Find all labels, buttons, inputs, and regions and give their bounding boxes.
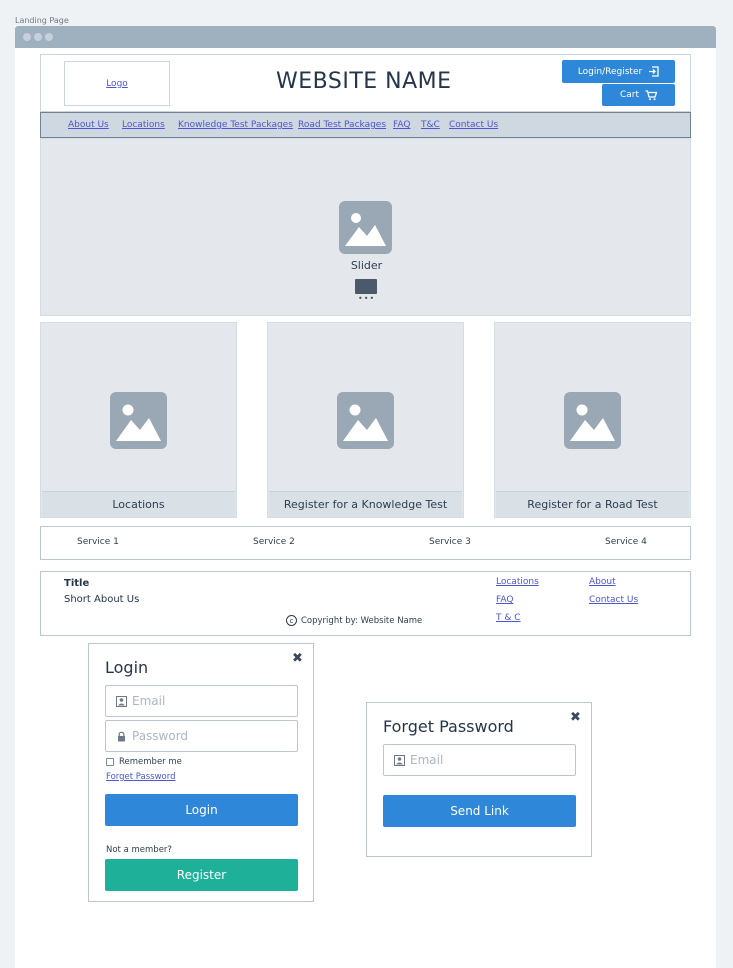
cart-label: Cart [619,90,640,100]
user-icon [116,696,127,707]
forget-password-link[interactable]: Forget Password [106,772,176,782]
window-titlebar [15,26,716,48]
logo-box[interactable]: Logo [64,61,170,106]
service-item[interactable]: Service 2 [253,537,295,547]
close-icon[interactable]: ✖ [570,710,581,725]
card-label: Register for a Knowledge Test [269,491,462,517]
image-placeholder-icon [337,392,394,449]
login-button[interactable]: Login [105,794,298,826]
footer-copyright: c Copyright by: Website Name [286,615,422,626]
password-input[interactable] [132,727,292,745]
remember-me-checkbox[interactable] [106,758,114,766]
card-label: Locations [42,491,235,517]
email-input[interactable] [132,692,292,710]
card-knowledge-test[interactable]: Register for a Knowledge Test [267,322,464,518]
image-placeholder-icon [564,392,621,449]
cart-button[interactable]: Cart [602,84,675,106]
login-modal: Login ✖ Remember me Forget Password Logi… [88,643,314,902]
logo-link[interactable]: Logo [106,79,128,89]
footer-link-about[interactable]: About [589,577,616,587]
send-link-button[interactable]: Send Link [383,795,576,827]
email-field[interactable] [105,685,298,717]
service-item[interactable]: Service 4 [605,537,647,547]
services-bar: Service 1 Service 2 Service 3 Service 4 [40,526,691,560]
site-footer: Title Short About Us Locations FAQ T & C… [40,571,691,636]
copyright-icon: c [286,615,297,626]
card-label: Register for a Road Test [496,491,689,517]
slider-label: Slider [350,259,383,272]
slider-dots[interactable]: ••• [358,295,375,303]
password-field[interactable] [105,720,298,752]
cart-icon [645,89,658,100]
footer-about: Short About Us [64,594,140,605]
not-member-text: Not a member? [106,845,172,855]
sign-in-icon [649,66,659,77]
user-icon [394,755,405,766]
remember-me-label: Remember me [119,757,182,767]
email-field[interactable] [383,744,576,776]
main-nav: About Us Locations Knowledge Test Packag… [40,112,691,138]
footer-link-locations[interactable]: Locations [496,577,539,587]
hero-slider[interactable]: Slider ••• [40,138,691,316]
image-placeholder-icon [110,392,167,449]
login-modal-title: Login [105,658,149,677]
nav-about-us[interactable]: About Us [68,120,109,130]
nav-knowledge-test-packages[interactable]: Knowledge Test Packages [178,120,293,130]
site-header: Logo WEBSITE NAME Login/Register Cart [40,54,691,112]
forget-password-modal: Forget Password ✖ Send Link [366,702,592,857]
nav-contact-us[interactable]: Contact Us [449,120,498,130]
nav-road-test-packages[interactable]: Road Test Packages [298,120,386,130]
site-name: WEBSITE NAME [276,69,452,94]
close-icon[interactable]: ✖ [292,651,303,666]
page-caption: Landing Page [15,16,69,25]
forget-password-modal-title: Forget Password [383,717,514,736]
login-register-label: Login/Register [577,66,643,77]
card-locations[interactable]: Locations [40,322,237,518]
slider-control-icon[interactable] [355,279,377,294]
footer-title: Title [64,578,90,589]
nav-locations[interactable]: Locations [122,120,165,130]
lock-icon [118,731,125,742]
card-road-test[interactable]: Register for a Road Test [494,322,691,518]
login-register-button[interactable]: Login/Register [562,60,675,83]
service-item[interactable]: Service 1 [77,537,119,547]
window-dot-icon[interactable] [45,33,53,41]
email-input[interactable] [410,751,570,769]
window-dot-icon[interactable] [34,33,42,41]
window-dot-icon[interactable] [23,33,31,41]
nav-faq[interactable]: FAQ [393,120,410,130]
footer-link-faq[interactable]: FAQ [496,595,513,605]
copyright-text: Copyright by: Website Name [301,615,423,626]
service-item[interactable]: Service 3 [429,537,471,547]
footer-link-tc[interactable]: T & C [496,613,521,623]
footer-link-contact-us[interactable]: Contact Us [589,595,638,605]
nav-tc[interactable]: T&C [421,120,440,130]
image-placeholder-icon [339,201,392,254]
register-button[interactable]: Register [105,859,298,891]
